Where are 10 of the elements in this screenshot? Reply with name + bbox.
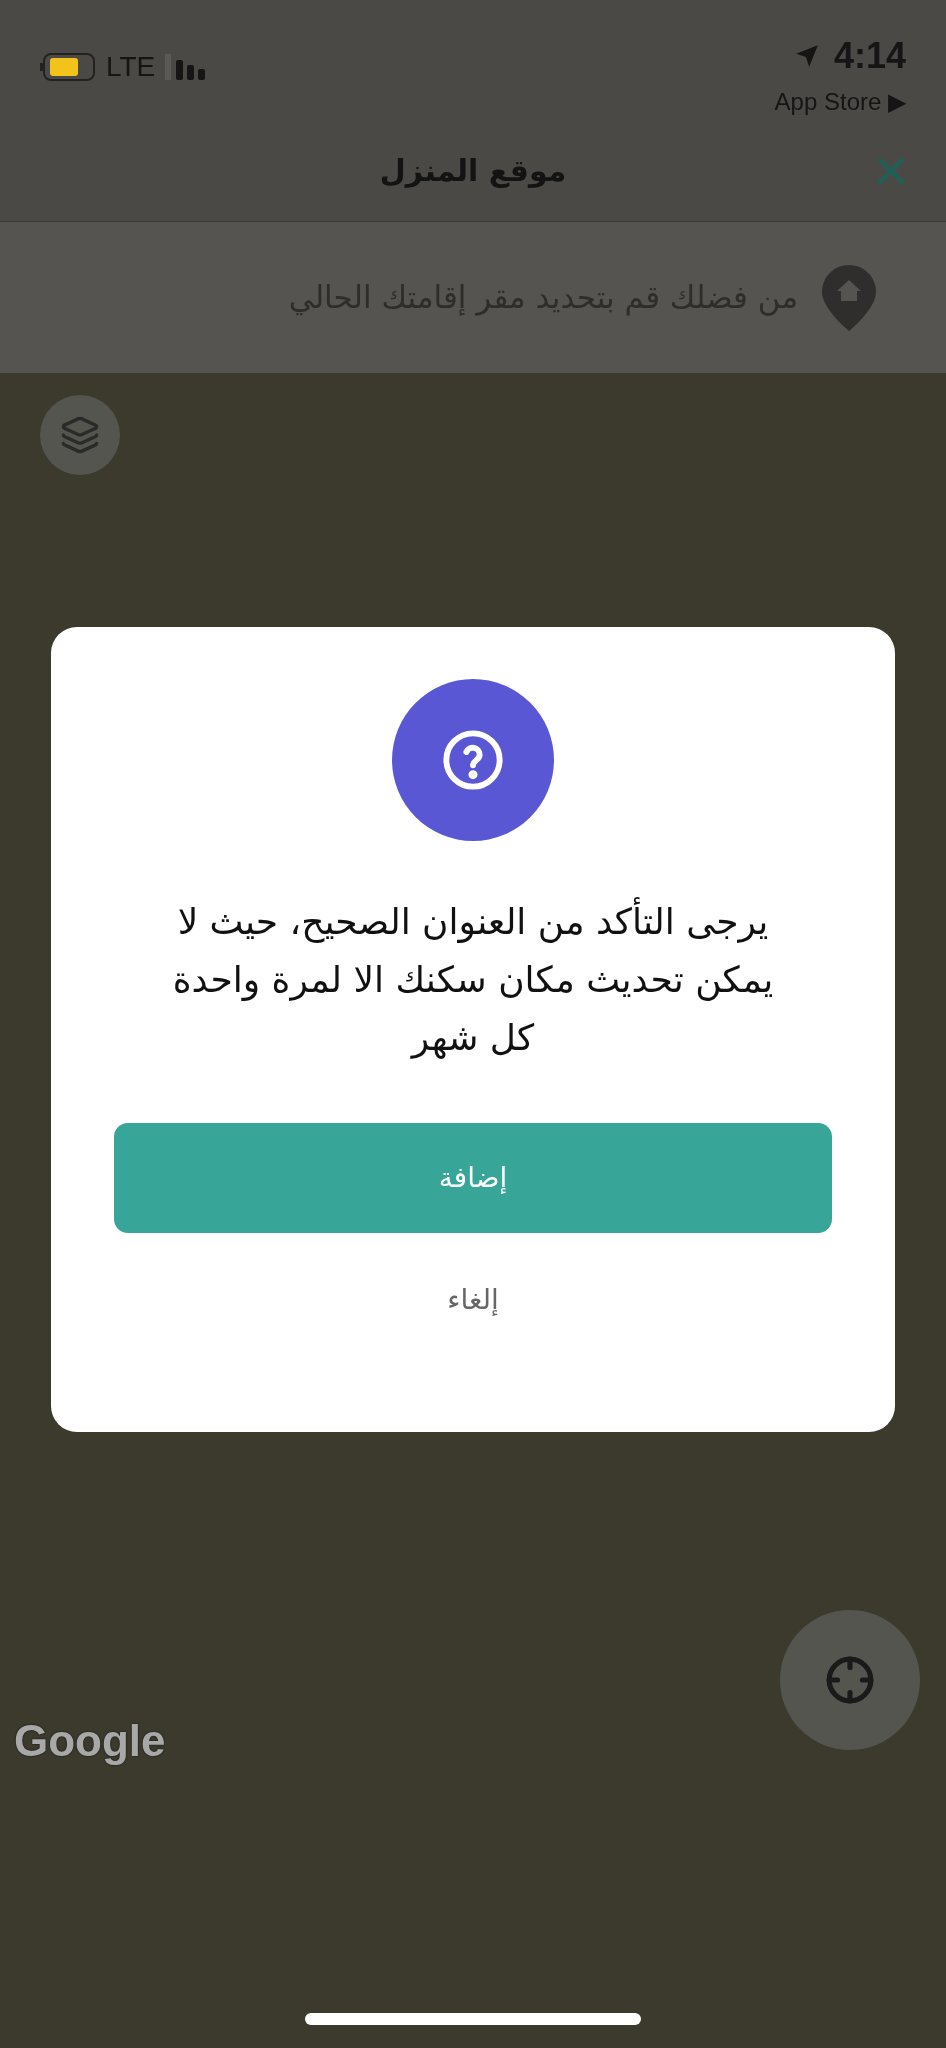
home-pin-icon [822,264,876,331]
header-title: موقع المنزل [379,152,567,190]
crosshair-icon [825,1655,875,1705]
signal-icon [165,54,208,80]
layers-icon [60,415,100,455]
dialog-message: يرجى التأكد من العنوان الصحيح، حيث لا يمكن تحديث مكان سكنك الا لمرة واحدة كل شهر [163,893,783,1067]
cancel-button[interactable]: إلغاء [437,1273,509,1327]
add-button[interactable]: إضافة [114,1123,832,1233]
battery-icon [40,52,96,82]
map-attribution: Google [14,1715,166,1767]
